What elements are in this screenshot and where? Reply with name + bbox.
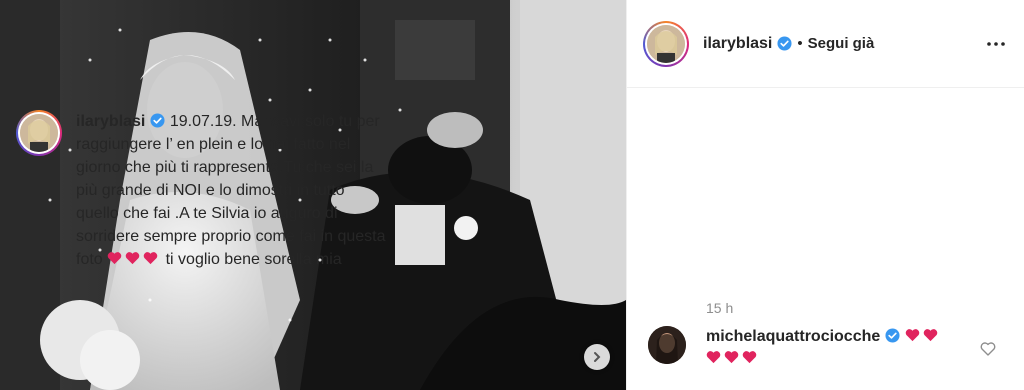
red-heart-icon bbox=[107, 252, 122, 265]
red-heart-icon bbox=[923, 329, 937, 342]
verified-badge-icon bbox=[150, 113, 165, 128]
author-avatar[interactable] bbox=[643, 20, 689, 67]
red-heart-icon bbox=[724, 351, 739, 364]
chevron-right-icon bbox=[594, 352, 601, 362]
post-timestamp[interactable]: 15 h bbox=[706, 300, 733, 316]
caption-hearts-emoji bbox=[107, 251, 165, 268]
verified-badge-icon bbox=[777, 36, 792, 51]
red-heart-icon bbox=[706, 351, 721, 364]
caption-author-username[interactable]: ilaryblasi bbox=[76, 113, 145, 130]
avatar-image bbox=[647, 24, 685, 63]
red-heart-icon bbox=[125, 252, 140, 265]
separator-dot: • bbox=[797, 35, 803, 52]
heart-outline-icon[interactable] bbox=[980, 341, 996, 357]
author-username[interactable]: ilaryblasi bbox=[703, 35, 772, 53]
commenter-avatar[interactable] bbox=[648, 326, 686, 364]
post-header: ilaryblasi • Segui già bbox=[627, 0, 1024, 88]
more-options-button[interactable] bbox=[984, 32, 1008, 56]
caption-text: 19.07.19. Mancavi solo tu per raggiunger… bbox=[76, 113, 386, 268]
red-heart-icon bbox=[143, 252, 158, 265]
caption-tail-text: ti voglio bene sorella mia bbox=[165, 251, 342, 268]
red-heart-icon bbox=[742, 351, 757, 364]
comment-body: michelaquattrociocche bbox=[706, 326, 941, 370]
next-photo-button[interactable] bbox=[584, 344, 610, 370]
verified-badge-icon bbox=[885, 328, 900, 343]
comment-item: michelaquattrociocche bbox=[648, 326, 1008, 370]
follow-status-button[interactable]: Segui già bbox=[808, 35, 875, 52]
commenter-username[interactable]: michelaquattrociocche bbox=[706, 328, 880, 345]
caption-author-avatar[interactable] bbox=[16, 110, 62, 156]
post-caption: ilaryblasi 19.07.19. Mancavi solo tu per… bbox=[16, 110, 386, 271]
more-horizontal-icon bbox=[987, 41, 1005, 46]
caption-text-block: ilaryblasi 19.07.19. Mancavi solo tu per… bbox=[76, 110, 386, 271]
avatar-image bbox=[20, 114, 58, 152]
red-heart-icon bbox=[905, 329, 919, 342]
